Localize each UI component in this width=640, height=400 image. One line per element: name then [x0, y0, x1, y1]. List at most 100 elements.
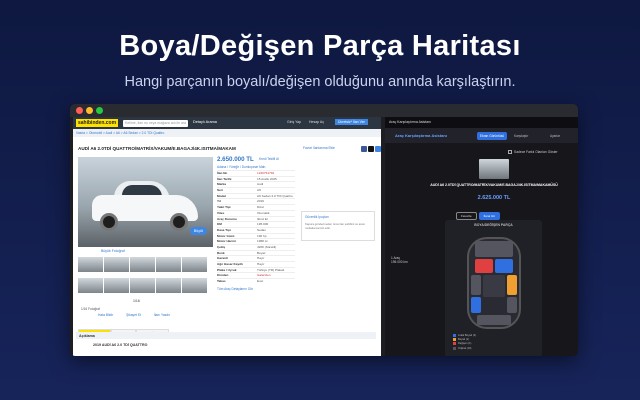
thumbnail[interactable]: [182, 257, 207, 272]
checkbox-label: Sadece Farklı Olanları Göster: [514, 150, 558, 154]
favorite-button[interactable]: Favorile: [456, 212, 477, 220]
hood-left-part[interactable]: [475, 259, 493, 273]
thumbnail[interactable]: [156, 257, 181, 272]
extension-panel: Araç Karşılaştırma Asistanı Araç Karşıla…: [385, 117, 578, 356]
favorite-link[interactable]: Favori İlanlarıma Ekle: [303, 146, 335, 150]
x-share-icon[interactable]: [368, 146, 374, 152]
detail-key: Araç Durumu: [217, 216, 237, 221]
detail-value: Galeriden: [257, 273, 271, 278]
tab-settings[interactable]: Ayarlar: [547, 132, 563, 140]
legend-swatch: [453, 334, 456, 337]
login-link[interactable]: Giriş Yap: [287, 120, 301, 124]
km-info: 1 Araç 195.000 km: [391, 256, 408, 265]
compared-car-price: 2.625.000 TL: [477, 195, 511, 201]
front-wheel: [100, 213, 118, 231]
detail-value: 1240751792: [257, 171, 275, 175]
extension-toolbar: Araç Karşılaştırma Asistanı Ekran Görünt…: [385, 128, 578, 143]
complain-link[interactable]: Şikayet Et: [126, 313, 141, 317]
detail-key: Ağır Hasar Kayıtlı: [217, 262, 243, 266]
site-header: sahibinden.com Kelime, ilan no veya mağa…: [73, 117, 381, 129]
credit-link[interactable]: Kredi Teklifi Al: [259, 157, 279, 161]
panel-header: Araç Karşılaştırma Asistanı: [385, 117, 578, 128]
big-photo-link[interactable]: Büyük Fotoğraf: [101, 249, 125, 253]
car-thumbnail: [479, 159, 509, 179]
detail-table: İlan No 1240751792 İlan Tarihi 15 Aralık 20…: [217, 170, 295, 284]
listing-title: AUDİ A6 2.0TDİ QUATTRO/MATRİX/VAKUM/E.BA…: [78, 146, 236, 151]
hero-subtitle: Hangi parçanın boyalı/değişen olduğunu a…: [124, 74, 516, 90]
detail-key: Yıl: [217, 199, 221, 204]
legend-label: Boyalı (1): [458, 338, 470, 342]
detail-value: 2019: [257, 199, 264, 204]
roof-part[interactable]: [483, 275, 505, 297]
detail-key: Motor Gücü: [217, 233, 235, 238]
detail-value: Hayır: [257, 262, 265, 266]
car-outline: [467, 237, 521, 329]
detail-value: Sedan: [257, 227, 266, 232]
detail-key: Takas: [217, 279, 226, 284]
legend-label: Değişen (1): [458, 342, 472, 346]
trunk-part[interactable]: [477, 315, 511, 325]
report-error-link[interactable]: Hata Bildir: [98, 313, 113, 317]
thumbnail[interactable]: [78, 278, 103, 293]
description-text: 2019 AUDİ A6 2.0 TDİ QUATTRO: [93, 343, 148, 347]
minimize-window-button[interactable]: [86, 107, 93, 114]
diagram-title: BOYA/DEĞİŞEN PARÇA: [474, 223, 513, 227]
search-input[interactable]: Kelime, ilan no veya mağaza adı ile ara: [123, 119, 188, 127]
only-differences-checkbox[interactable]: Sadece Farklı Olanları Göster: [508, 150, 558, 155]
detail-value: Hayır: [257, 256, 265, 261]
post-ad-button[interactable]: Ücretsiz* İlan Ver: [335, 119, 368, 125]
right-rear-part[interactable]: [507, 297, 517, 313]
extension-title: Araç Karşılaştırma Asistanı: [395, 133, 447, 138]
hero-title: Boya/Değişen Parça Haritası: [119, 30, 521, 62]
thumbnail[interactable]: [78, 257, 103, 272]
detail-key: Kasa Tipi: [217, 227, 231, 232]
hood-right-part[interactable]: [495, 259, 513, 273]
safety-tips-card: Güvenlik İpuçları Kapora göndermeden önc…: [301, 211, 375, 241]
detailed-search-link[interactable]: Detaylı Arama: [193, 120, 217, 124]
thumbnail[interactable]: [156, 278, 181, 293]
detail-value: Audi: [257, 182, 264, 187]
front-bumper-part[interactable]: [475, 241, 513, 257]
detail-key: Model: [217, 193, 226, 198]
breadcrumb[interactable]: Vasıta > Otomobil > Audi > A6 > A6 Sedan…: [73, 129, 381, 137]
tab-screenshot[interactable]: Ekran Görüntüsü: [477, 132, 508, 140]
site-logo[interactable]: sahibinden.com: [76, 119, 119, 127]
legend-item: Orijinal (10): [453, 346, 476, 351]
legend-label: Orijinal (10): [458, 346, 472, 350]
thumbnail[interactable]: [182, 278, 207, 293]
detail-key: İlan No: [217, 171, 228, 175]
detail-value: 190 hp: [257, 233, 267, 238]
detail-key: Plaka / Uyruk: [217, 267, 237, 272]
print-link[interactable]: İlanı Yazdır: [154, 313, 170, 317]
go-to-listing-button[interactable]: İlana Git: [478, 212, 500, 220]
left-rear-part[interactable]: [471, 297, 481, 313]
right-door-part[interactable]: [507, 275, 517, 295]
thumbnail[interactable]: [130, 257, 155, 272]
signup-link[interactable]: Hesap Aç: [309, 120, 324, 124]
safety-tips-title: Güvenlik İpuçları: [305, 215, 329, 219]
thumbnail[interactable]: [104, 257, 129, 272]
detail-key: Seri: [217, 188, 223, 193]
linkedin-share-icon[interactable]: [375, 146, 381, 152]
detail-value: 195.000: [257, 222, 269, 227]
legend-label: Lokal Boyalı (2): [458, 334, 477, 338]
thumbnail[interactable]: [104, 278, 129, 293]
listing-info: 2.650.000 TL Kredi Teklifi Al Adana / Yü…: [217, 156, 295, 291]
listing-location[interactable]: Adana / Yüreğir / Dumlupınar Mah.: [217, 165, 295, 169]
maximize-window-button[interactable]: [96, 107, 103, 114]
thumbnail[interactable]: [130, 278, 155, 293]
safety-tips-text: Kapora göndermeden önce ilan sahibini ve…: [305, 222, 366, 230]
all-details-link[interactable]: Tüm Araç Detaylarını Gör: [217, 287, 295, 291]
close-window-button[interactable]: [76, 107, 83, 114]
facebook-share-icon[interactable]: [361, 146, 367, 152]
zoom-button[interactable]: Büyüt: [189, 227, 207, 235]
main-photo[interactable]: Büyüt: [78, 157, 213, 247]
photo-pager[interactable]: 1/16: [133, 299, 140, 303]
photo-count: 1/16 Fotoğraf: [81, 307, 100, 311]
detail-key: İlan Tarihi: [217, 176, 232, 181]
checkbox-box[interactable]: [508, 150, 512, 155]
detail-value: Beyaz: [257, 250, 266, 255]
left-door-part[interactable]: [471, 275, 481, 295]
tab-compare[interactable]: Karşılaştır: [511, 132, 531, 140]
listing-price: 2.650.000 TL: [217, 156, 254, 163]
